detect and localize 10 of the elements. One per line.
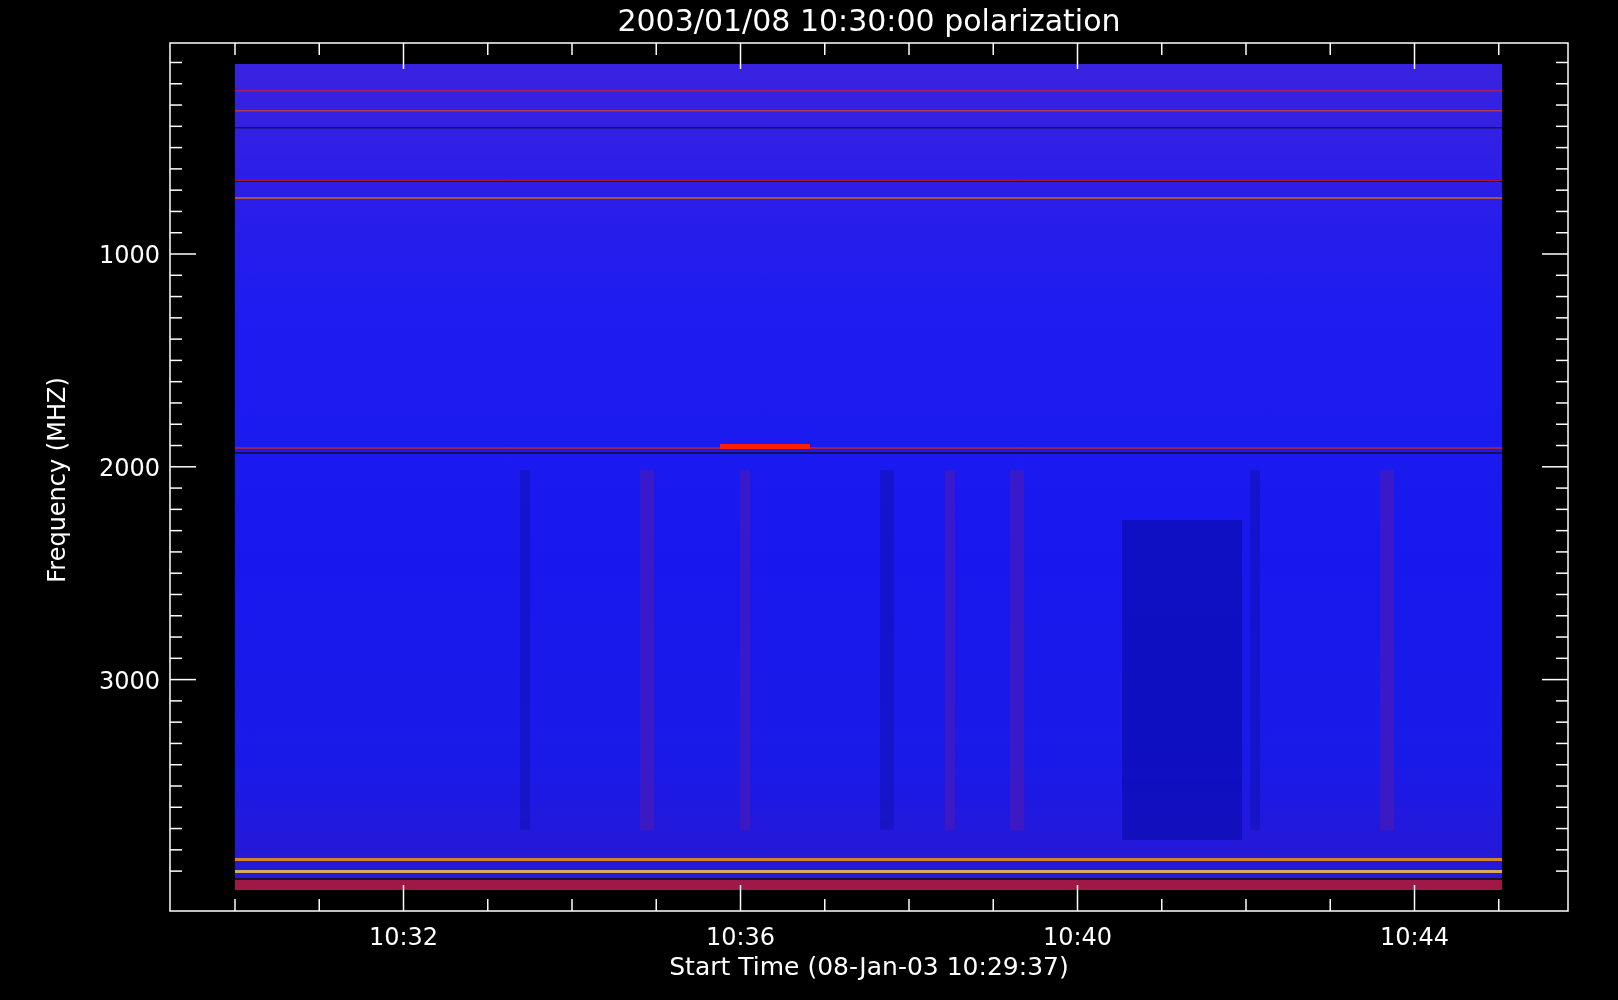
axis-title: Start Time (08-Jan-03 10:29:37) [669, 952, 1069, 981]
axis-tick-label: 10:36 [705, 923, 776, 951]
axis-title: Frequency (MHZ) [43, 377, 71, 583]
axis-tick-label: 3000 [98, 666, 160, 695]
chart-title: 2003/01/08 10:30:00 polarization [617, 3, 1121, 38]
axis-tick-label: 10:44 [1379, 923, 1450, 951]
axis-tick-label: 2000 [98, 453, 160, 482]
axis-tick-label: 1000 [98, 241, 160, 269]
axis-tick-label: 10:32 [368, 923, 439, 951]
axis-tick-label: 10:40 [1042, 923, 1113, 951]
